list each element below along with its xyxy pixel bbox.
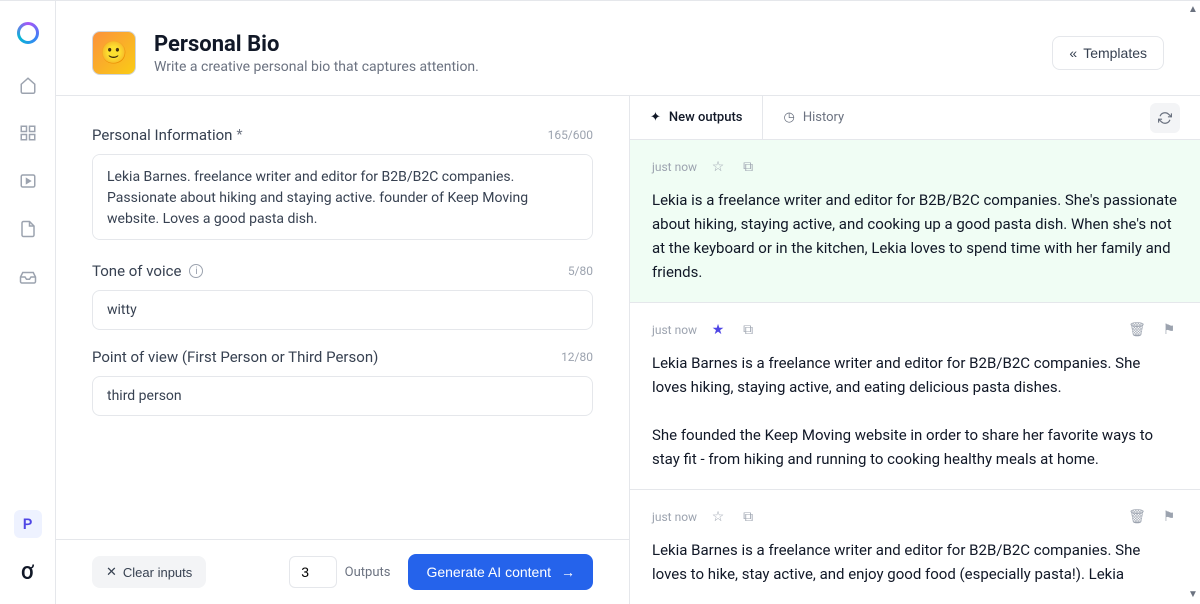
flag-icon[interactable]: ⚑ xyxy=(1160,508,1178,526)
browser-scrollbar[interactable]: ▲ ▼ xyxy=(1186,4,1200,600)
info-icon[interactable]: i xyxy=(189,264,203,278)
personal-info-input[interactable] xyxy=(92,154,593,240)
output-timestamp: just now xyxy=(652,510,697,524)
output-timestamp: just now xyxy=(652,323,697,337)
sparkle-icon: ✦ xyxy=(650,110,661,125)
copy-icon[interactable]: ⧉ xyxy=(739,321,757,339)
play-box-icon[interactable] xyxy=(18,171,38,191)
tab-new-outputs[interactable]: ✦ New outputs xyxy=(630,96,763,139)
delete-icon[interactable]: 🗑 xyxy=(1128,508,1146,526)
output-text: Lekia Barnes is a freelance writer and e… xyxy=(652,538,1178,586)
star-icon[interactable]: ★ xyxy=(709,321,727,339)
tab-history[interactable]: ◷ History xyxy=(763,96,864,139)
inbox-icon[interactable] xyxy=(18,267,38,287)
scroll-down-icon[interactable]: ▼ xyxy=(1188,589,1198,600)
output-text: Lekia Barnes is a freelance writer and e… xyxy=(652,351,1178,471)
output-card[interactable]: just now ☆ ⧉ Lekia is a freelance writer an… xyxy=(630,140,1200,303)
personal-info-label: Personal Information xyxy=(92,126,232,144)
clear-inputs-button[interactable]: ✕ Clear inputs xyxy=(92,556,206,588)
output-text: Lekia is a freelance writer and editor f… xyxy=(652,188,1178,284)
copy-icon[interactable]: ⧉ xyxy=(739,508,757,526)
form-panel: Personal Information * 165/600 Tone of v… xyxy=(56,96,629,604)
user-avatar[interactable]: P xyxy=(14,510,42,538)
brand-icon[interactable]: Ơ xyxy=(17,562,39,584)
flag-icon[interactable]: ⚑ xyxy=(1160,321,1178,339)
tone-input[interactable] xyxy=(92,290,593,330)
pov-label: Point of view (First Person or Third Per… xyxy=(92,348,378,366)
outputs-count-input[interactable] xyxy=(289,556,337,588)
templates-grid-icon[interactable] xyxy=(18,123,38,143)
star-icon[interactable]: ☆ xyxy=(709,158,727,176)
delete-icon[interactable]: 🗑 xyxy=(1128,321,1146,339)
scroll-up-icon[interactable]: ▲ xyxy=(1188,4,1198,15)
star-icon[interactable]: ☆ xyxy=(709,508,727,526)
page-title: Personal Bio xyxy=(154,32,479,57)
tool-icon: 🙂 xyxy=(92,31,136,75)
output-card[interactable]: just now ★ ⧉ 🗑 ⚑ Lekia Barnes is a freelance … xyxy=(630,303,1200,490)
outputs-count-label: Outputs xyxy=(345,565,391,580)
chevrons-left-icon: « xyxy=(1069,45,1077,61)
pov-counter: 12/80 xyxy=(561,350,593,364)
output-timestamp: just now xyxy=(652,160,697,174)
personal-info-counter: 165/600 xyxy=(548,128,593,142)
copy-icon[interactable]: ⧉ xyxy=(739,158,757,176)
tone-label: Tone of voice xyxy=(92,262,181,280)
app-logo-icon[interactable] xyxy=(14,19,42,47)
refresh-button[interactable] xyxy=(1150,103,1180,133)
sidebar: P Ơ xyxy=(0,1,56,604)
output-card[interactable]: just now ☆ ⧉ 🗑 ⚑ Lekia Barnes is a freelance … xyxy=(630,490,1200,604)
page-header: 🙂 Personal Bio Write a creative personal… xyxy=(56,1,1200,96)
required-indicator: * xyxy=(236,127,242,143)
pov-input[interactable] xyxy=(92,376,593,416)
templates-button[interactable]: « Templates xyxy=(1052,36,1164,70)
clock-icon: ◷ xyxy=(783,110,794,125)
tone-counter: 5/80 xyxy=(568,264,593,278)
app: P Ơ 🙂 Personal Bio Write a creative pers… xyxy=(0,0,1200,604)
x-icon: ✕ xyxy=(106,564,117,580)
generate-button[interactable]: Generate AI content → xyxy=(408,554,593,590)
output-panel: ✦ New outputs ◷ History just now ☆ ⧉ Lekia … xyxy=(629,96,1200,604)
arrow-right-icon: → xyxy=(561,564,575,580)
page-subtitle: Write a creative personal bio that captu… xyxy=(154,59,479,75)
document-icon[interactable] xyxy=(18,219,38,239)
home-icon[interactable] xyxy=(18,75,38,95)
